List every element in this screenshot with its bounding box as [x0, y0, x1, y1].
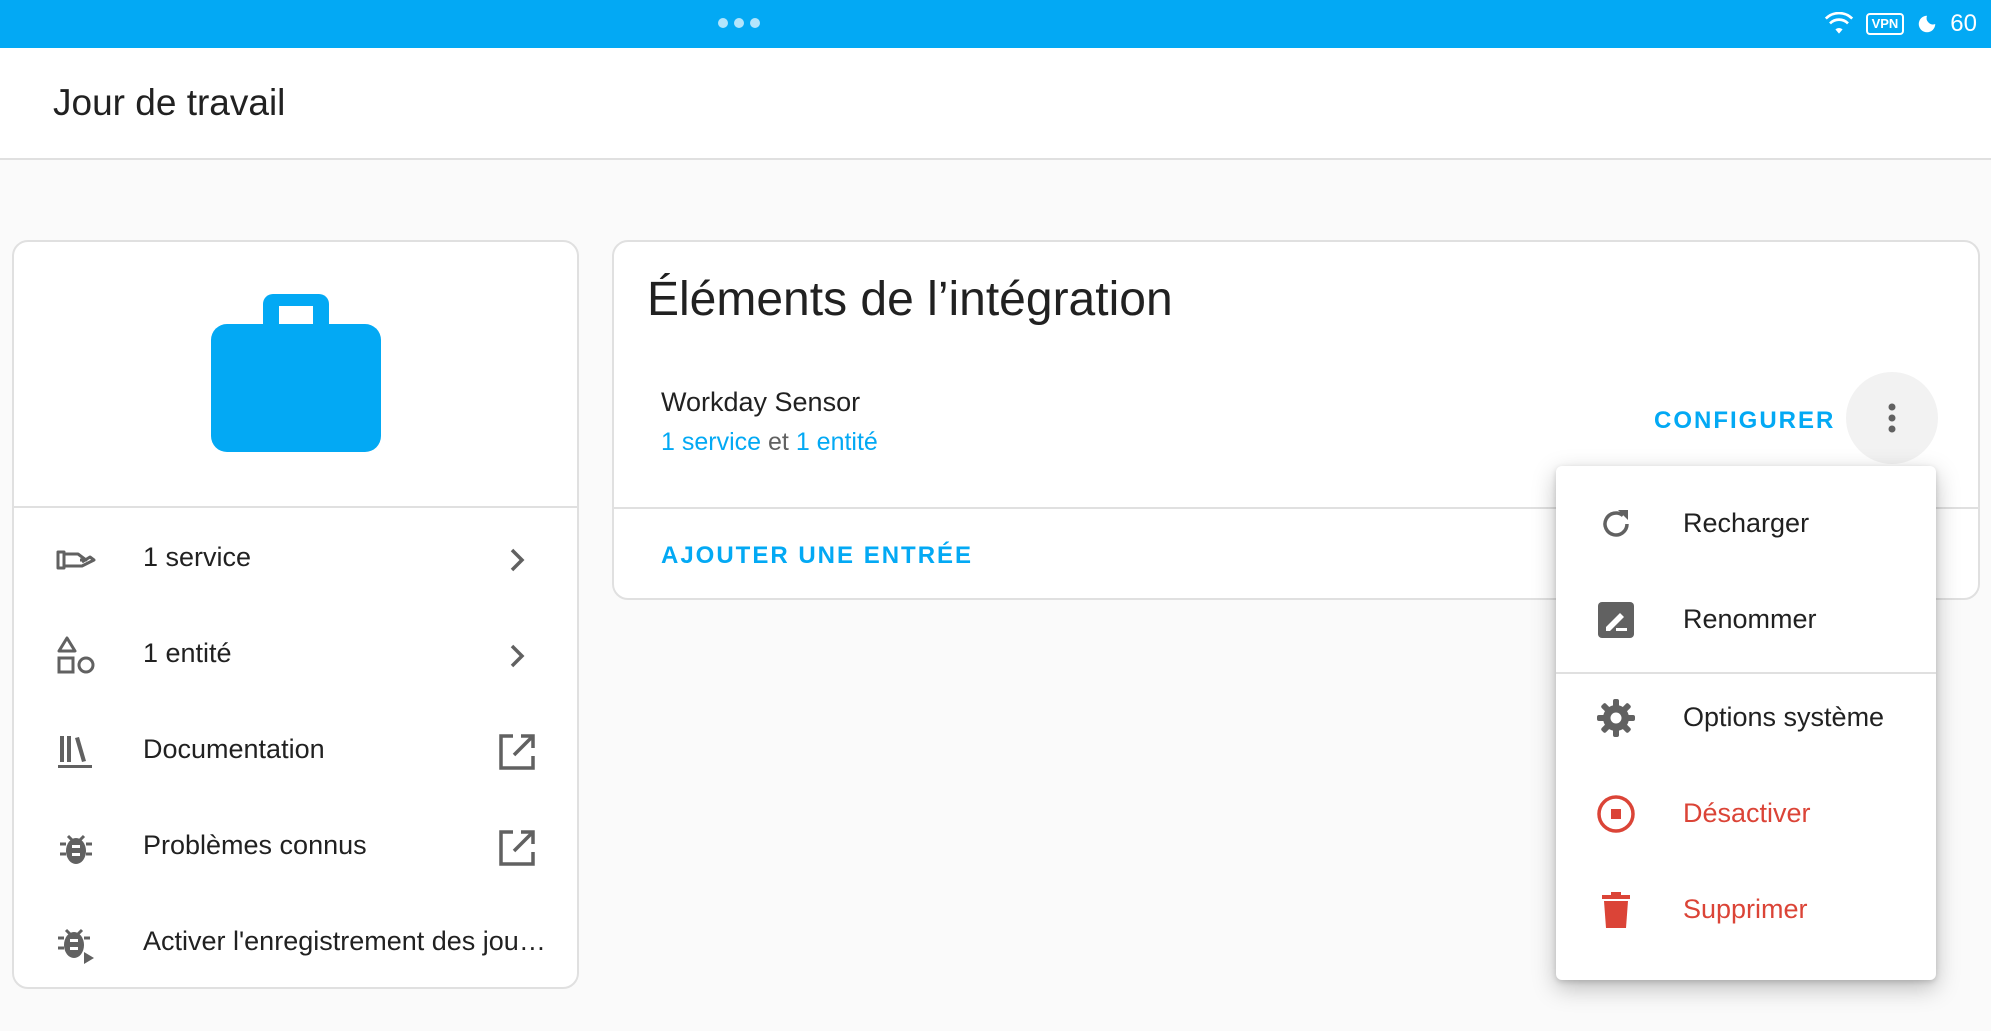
entities-link[interactable]: 1 entité: [14, 606, 577, 702]
known-issues-link[interactable]: Problèmes connus: [14, 798, 577, 894]
menu-item-disable[interactable]: Désactiver: [1556, 766, 1936, 862]
menu-item-label: Désactiver: [1683, 798, 1811, 828]
services-link-label: 1 service: [143, 542, 252, 572]
documentation-link[interactable]: Documentation: [14, 702, 577, 798]
documentation-link-label: Documentation: [143, 734, 325, 764]
menu-item-label: Supprimer: [1683, 894, 1808, 924]
moon-icon: [1919, 15, 1936, 33]
briefcase-icon: [211, 294, 381, 452]
bug-icon: [60, 834, 92, 864]
stop-circle-icon: [1597, 795, 1635, 833]
menu-item-delete[interactable]: Supprimer: [1556, 862, 1936, 958]
entry-name: Workday Sensor: [661, 387, 861, 417]
entry-meta: 1 service et 1 entité: [661, 428, 878, 457]
section-title: Éléments de l’intégration: [647, 273, 1173, 326]
entities-link-label: 1 entité: [143, 638, 232, 668]
known-issues-link-label: Problèmes connus: [143, 830, 367, 860]
overflow-menu-button[interactable]: [1846, 372, 1938, 464]
enable-debug-logging-label: Activer l'enregistrement des journaux de…: [143, 926, 553, 956]
reload-icon: [1603, 510, 1629, 537]
gear-icon: [1597, 699, 1635, 737]
entry-entities-link[interactable]: 1 entité: [796, 428, 878, 456]
open-in-new-icon: [499, 830, 535, 866]
configure-button[interactable]: CONFIGURER: [1654, 407, 1835, 435]
service-hand-icon: [56, 550, 96, 570]
app-header: Jour de travail: [0, 48, 1991, 160]
menu-item-label: Options système: [1683, 702, 1885, 732]
chevron-right-icon: [510, 548, 525, 572]
page-title: Jour de travail: [53, 82, 286, 123]
more-vertical-icon: [1888, 403, 1896, 433]
shapes-icon: [57, 636, 95, 674]
chevron-right-icon: [510, 644, 525, 668]
bug-play-icon: [58, 928, 94, 964]
wifi-icon: [1824, 12, 1853, 34]
battery-level: 60: [1950, 10, 1977, 37]
system-status-bar: VPN 60: [0, 0, 1991, 48]
menu-item-label: Renommer: [1683, 604, 1817, 634]
entry-conjunction: et: [768, 428, 789, 456]
rename-icon: [1598, 602, 1634, 638]
entry-overflow-menu: Recharger Renommer Options système Désac…: [1556, 466, 1936, 980]
services-link[interactable]: 1 service: [14, 510, 577, 606]
library-books-icon: [58, 736, 92, 768]
integration-logo: [14, 242, 577, 508]
vpn-badge: VPN: [1865, 13, 1905, 35]
add-entry-button[interactable]: AJOUTER UNE ENTRÉE: [661, 542, 973, 570]
menu-item-label: Recharger: [1683, 508, 1810, 538]
more-dots-icon: [718, 18, 760, 28]
integration-info-card: 1 service 1 entité Documentation Problèm…: [12, 240, 579, 989]
enable-debug-logging-link[interactable]: Activer l'enregistrement des journaux de…: [14, 894, 577, 990]
menu-item-rename[interactable]: Renommer: [1556, 572, 1936, 668]
menu-item-reload[interactable]: Recharger: [1556, 476, 1936, 572]
trash-icon: [1602, 892, 1630, 928]
entry-services-link[interactable]: 1 service: [661, 428, 761, 456]
menu-item-system-options[interactable]: Options système: [1556, 670, 1936, 766]
open-in-new-icon: [499, 734, 535, 770]
